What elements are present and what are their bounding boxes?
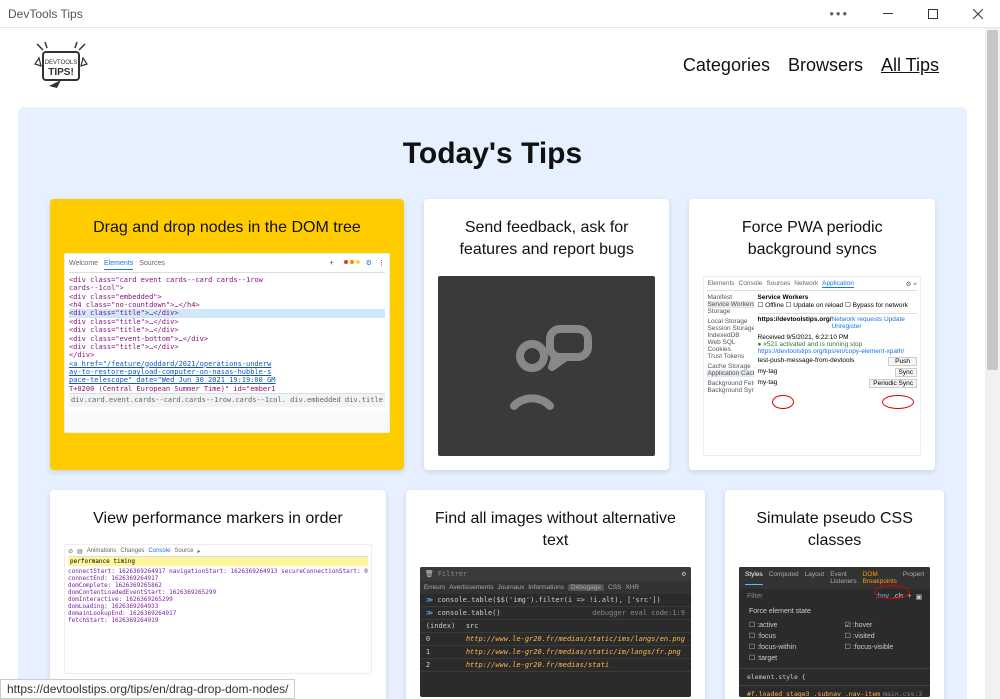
- nav-browsers[interactable]: Browsers: [788, 55, 863, 76]
- scrollbar[interactable]: [985, 28, 1000, 699]
- tip-thumbnail: ⊘▤AnimationsChangesConsoleSource▸ perfor…: [64, 544, 372, 674]
- window-title: DevTools Tips: [8, 7, 83, 21]
- tip-title: Force PWA periodic background syncs: [703, 213, 921, 276]
- tip-card[interactable]: Force PWA periodic background syncs Elem…: [689, 199, 935, 470]
- window-titlebar: DevTools Tips •••: [0, 0, 1000, 28]
- hero-section: Today's Tips Drag and drop nodes in the …: [18, 107, 967, 699]
- nav-categories[interactable]: Categories: [683, 55, 770, 76]
- tip-thumbnail: Elements Console Sources Network Applica…: [703, 276, 921, 456]
- tip-title: Simulate pseudo CSS classes: [739, 504, 930, 567]
- tip-thumbnail: [438, 276, 656, 456]
- tip-thumbnail: Styles Computed Layout Event Listeners D…: [739, 567, 930, 697]
- nav-all-tips[interactable]: All Tips: [881, 55, 939, 76]
- more-icon[interactable]: •••: [829, 6, 849, 21]
- tip-card[interactable]: Find all images without alternative text…: [406, 490, 705, 699]
- tip-thumbnail: 🗑 Filtrer ⚙ Erreurs Avertissements Journ…: [420, 567, 691, 697]
- feedback-icon: [438, 276, 656, 456]
- main-nav: Categories Browsers All Tips: [683, 55, 939, 76]
- close-button[interactable]: [955, 0, 1000, 28]
- tip-title: Find all images without alternative text: [420, 504, 691, 567]
- tip-card[interactable]: View performance markers in order ⊘▤Anim…: [50, 490, 386, 699]
- scrollbar-thumb[interactable]: [987, 30, 998, 370]
- tip-card[interactable]: Drag and drop nodes in the DOM tree Welc…: [50, 199, 404, 470]
- tip-title: Send feedback, ask for features and repo…: [438, 213, 656, 276]
- highlight: performance timing: [68, 557, 368, 566]
- tip-thumbnail: Welcome Elements Sources + ⚙ ⋮ <div clas…: [64, 253, 390, 433]
- logo[interactable]: DEVTOOLS TIPS!: [32, 38, 90, 93]
- tip-card[interactable]: Send feedback, ask for features and repo…: [424, 199, 670, 470]
- site-header: DEVTOOLS TIPS! Categories Browsers All T…: [18, 28, 967, 107]
- status-bar: https://devtoolstips.org/tips/en/drag-dr…: [0, 679, 295, 699]
- minimize-button[interactable]: [865, 0, 910, 28]
- page-title: Today's Tips: [18, 137, 967, 171]
- trash-icon: 🗑: [425, 570, 434, 578]
- svg-text:DEVTOOLS: DEVTOOLS: [45, 60, 78, 66]
- tip-card[interactable]: Simulate pseudo CSS classes Styles Compu…: [725, 490, 944, 699]
- maximize-button[interactable]: [910, 0, 955, 28]
- tip-title: View performance markers in order: [64, 504, 372, 544]
- tip-title: Drag and drop nodes in the DOM tree: [64, 213, 390, 253]
- svg-text:TIPS!: TIPS!: [48, 67, 74, 78]
